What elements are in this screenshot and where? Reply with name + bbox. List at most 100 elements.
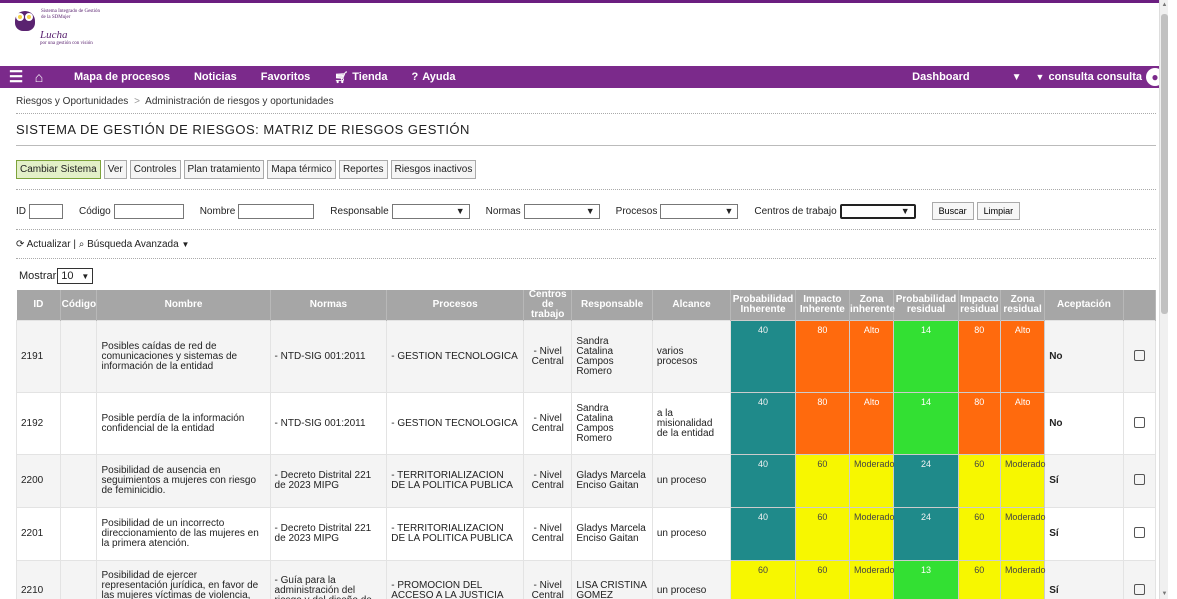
cell-normas: - Decreto Distrital 221 de 2023 MIPG — [269, 454, 388, 508]
row-checkbox[interactable] — [1133, 349, 1145, 361]
chevron-down-icon[interactable]: ▼ — [1012, 72, 1022, 83]
table-header-cell[interactable]: Zona residual — [1000, 290, 1046, 321]
table-header-cell[interactable]: ID — [16, 290, 62, 321]
cell-zona-inherente: Moderado — [849, 560, 895, 599]
cambiar-sistema-button[interactable]: Cambiar Sistema — [16, 160, 101, 179]
table-header-cell[interactable]: Impacto Inherente — [795, 290, 851, 321]
nav-tienda[interactable]: 🛒︎ Tienda — [334, 71, 387, 84]
centros-select[interactable]: ▼ — [839, 203, 916, 219]
busqueda-avanzada-link[interactable]: Búsqueda Avanzada — [87, 239, 179, 250]
table-header-cell[interactable]: Aceptación — [1044, 290, 1124, 321]
nav-mapa-procesos[interactable]: Mapa de procesos — [74, 71, 170, 83]
procesos-select[interactable]: ▼ — [660, 203, 739, 219]
row-checkbox[interactable] — [1133, 583, 1145, 595]
cell-responsable: Gladys Marcela Enciso Gaitan — [571, 454, 653, 508]
normas-label: Normas — [485, 205, 521, 217]
cell-zona-residual: Moderado — [999, 507, 1045, 561]
logo-main-text: Lucha — [40, 29, 68, 41]
chevron-down-icon[interactable]: ▼ — [181, 240, 189, 249]
page-size-select[interactable]: 10 ▼ — [57, 268, 94, 284]
actualizar-link[interactable]: Actualizar — [27, 239, 71, 250]
breadcrumb-root[interactable]: Riesgos y Oportunidades — [16, 96, 128, 107]
responsable-label: Responsable — [330, 205, 389, 217]
cell-codigo — [60, 560, 98, 599]
logo[interactable]: Sistema Integrado de Gestión de la SDMuj… — [12, 7, 108, 65]
table-header-cell[interactable]: Procesos — [386, 290, 525, 321]
scrollbar-thumb[interactable] — [1161, 14, 1168, 314]
cell-aceptacion: No — [1044, 320, 1124, 393]
table-header-cell[interactable]: Código — [60, 290, 98, 321]
refresh-icon[interactable]: ⟳ — [16, 239, 24, 250]
cell-procesos: - TERRITORIALIZACION DE LA POLITICA PUBL… — [386, 507, 525, 561]
page-size: Mostrar 10 ▼ — [19, 268, 1156, 284]
table-row[interactable]: 2192 Posible perdía de la información con… — [15, 392, 1157, 455]
cell-centros: - Nivel Central — [523, 507, 573, 561]
ver-button[interactable]: Ver — [103, 160, 127, 179]
centros-label: Centros de trabajo — [754, 205, 837, 217]
nav-favoritos[interactable]: Favoritos — [261, 71, 311, 83]
table-header-cell[interactable]: Normas — [270, 290, 388, 321]
limpiar-button[interactable]: Limpiar — [976, 202, 1021, 220]
breadcrumb-current: Administración de riesgos y oportunidade… — [145, 96, 334, 107]
cell-procesos: - GESTION TECNOLOGICA — [386, 392, 525, 455]
nombre-input[interactable] — [238, 203, 315, 219]
table-row[interactable]: 2210 Posibilidad de ejercer representació… — [15, 560, 1157, 599]
table-header-row: ID Código Nombre Normas Procesos Centros de t… — [16, 290, 1157, 321]
cell-impacto-inherente: 60 — [794, 454, 851, 508]
controles-button[interactable]: Controles — [129, 160, 181, 179]
owl-logo-icon — [12, 7, 38, 31]
procesos-label: Procesos — [615, 205, 658, 217]
reportes-button[interactable]: Reportes — [338, 160, 388, 179]
scroll-up-icon[interactable]: ▲ — [1160, 0, 1168, 10]
row-checkbox[interactable] — [1133, 416, 1145, 428]
search-icon[interactable]: ⌕ — [79, 239, 85, 250]
cell-zona-residual: Alto — [999, 392, 1046, 455]
nav-dashboard[interactable]: Dashboard — [912, 71, 969, 83]
cell-normas: - Guía para la administración del riesgo… — [269, 560, 388, 599]
cell-impacto-residual: 60 — [957, 454, 1001, 508]
codigo-input[interactable] — [113, 203, 184, 219]
buscar-button[interactable]: Buscar — [931, 202, 974, 220]
nombre-label: Nombre — [199, 205, 236, 217]
nav-noticias[interactable]: Noticias — [194, 71, 237, 83]
table-row[interactable]: 2201 Posibilidad de un incorrecto direcci… — [15, 507, 1157, 561]
cell-zona-inherente: Moderado — [849, 454, 895, 508]
table-header-cell[interactable]: Centros de trabajo — [523, 290, 573, 321]
id-input[interactable] — [29, 203, 63, 219]
cell-procesos: - TERRITORIALIZACION DE LA POLITICA PUBL… — [386, 454, 525, 508]
table-header-cell[interactable]: Impacto residual — [958, 290, 1001, 321]
row-checkbox[interactable] — [1133, 474, 1145, 485]
cell-nombre: Posibles caídas de red de comunicaciones… — [96, 320, 271, 393]
cell-probabilidad-residual: 13 — [893, 560, 959, 599]
vertical-scrollbar[interactable]: ▲ ▼ — [1159, 0, 1168, 599]
cell-probabilidad-inherente: 40 — [730, 454, 796, 508]
table-header-cell[interactable]: Zona inherente — [849, 290, 895, 321]
nav-ayuda[interactable]: ? Ayuda — [412, 71, 456, 83]
table-row[interactable]: 2200 Posibilidad de ausencia en seguimien… — [15, 454, 1157, 508]
table-header-cell[interactable]: Probabilidad Inherente — [730, 290, 796, 321]
table-header-cell[interactable]: Probabilidad residual — [893, 290, 959, 321]
cell-nombre: Posibilidad de ausencia en seguimientos … — [96, 454, 271, 508]
cell-centros: - Nivel Central — [523, 392, 573, 455]
table-header-cell[interactable]: Nombre — [96, 290, 271, 321]
mapa-termico-button[interactable]: Mapa térmico — [267, 160, 336, 179]
row-checkbox[interactable] — [1133, 527, 1145, 538]
cell-probabilidad-inherente: 60 — [730, 560, 796, 599]
hamburger-menu-icon[interactable]: ☰ — [4, 67, 28, 87]
home-icon[interactable]: ⌂ — [28, 69, 50, 85]
normas-select[interactable]: ▼ — [523, 203, 600, 219]
cell-centros: - Nivel Central — [523, 320, 573, 393]
riesgos-inactivos-button[interactable]: Riesgos inactivos — [390, 160, 477, 179]
plan-tratamiento-button[interactable]: Plan tratamiento — [183, 160, 265, 179]
responsable-select[interactable]: ▼ — [391, 203, 470, 219]
table-header-cell[interactable]: Alcance — [652, 290, 732, 321]
scroll-down-icon[interactable]: ▼ — [1160, 589, 1168, 599]
cell-codigo — [60, 392, 98, 455]
breadcrumb-separator: > — [134, 96, 140, 107]
cell-zona-residual: Alto — [999, 320, 1046, 393]
cell-probabilidad-residual: 24 — [893, 507, 959, 561]
table-header-cell[interactable] — [1123, 290, 1157, 321]
table-header-cell[interactable]: Responsable — [571, 290, 653, 321]
user-menu[interactable]: ▼ consulta consulta ● — [1036, 68, 1164, 86]
table-row[interactable]: 2191 Posibles caídas de red de comunicaci… — [15, 320, 1157, 393]
